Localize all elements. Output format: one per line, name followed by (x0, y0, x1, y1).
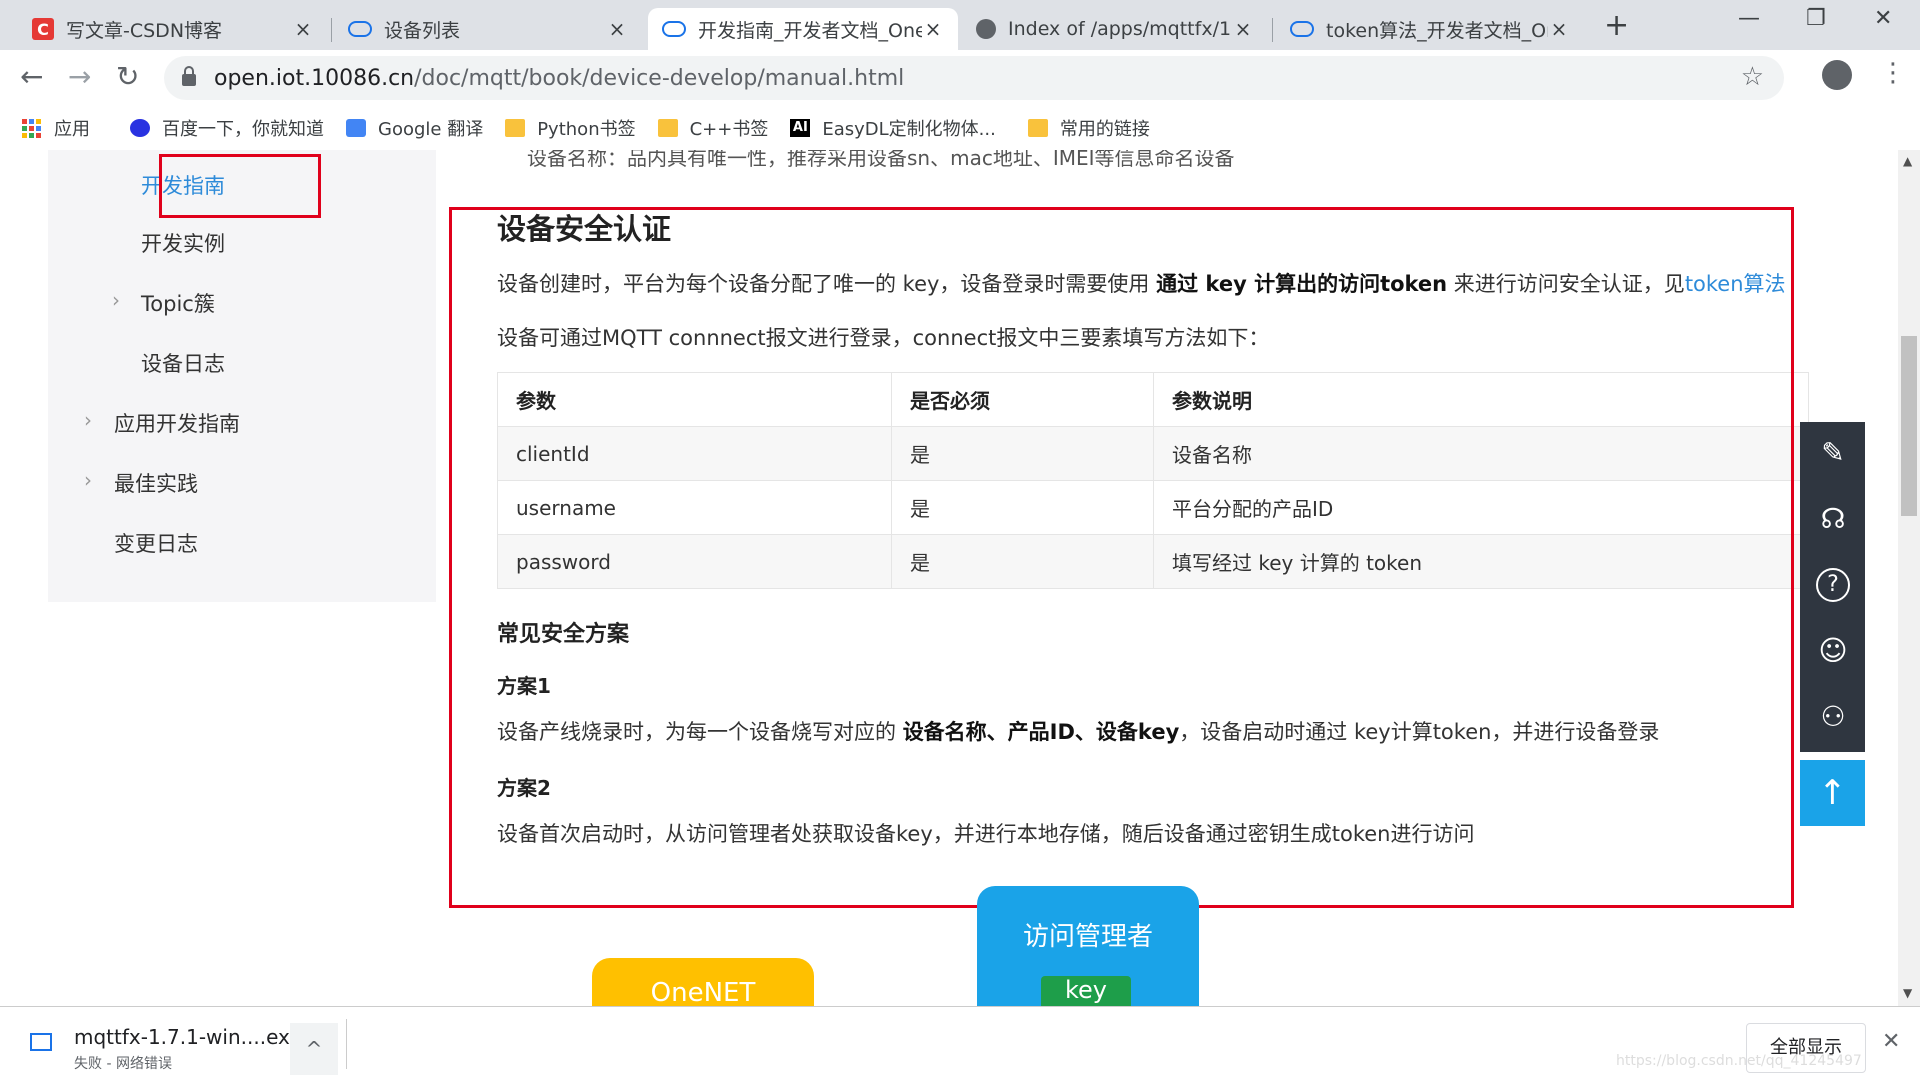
cloud-icon (348, 21, 372, 37)
vertical-scrollbar[interactable]: ▲ ▼ (1898, 150, 1920, 1006)
sidebar-item-changelog[interactable]: 变更日志 (114, 528, 198, 558)
floating-toolbar: ✎ ☊ ? ☺ ⚇ (1800, 422, 1865, 752)
scroll-up-icon[interactable]: ▲ (1903, 154, 1912, 168)
bookmarks-bar: 应用 百度一下，你就知道 Google 翻译 Python书签 C++书签 AI… (0, 106, 1920, 150)
download-filename[interactable]: mqttfx-1.7.1-win....exe (74, 1025, 302, 1049)
divider (346, 1019, 347, 1069)
new-tab-button[interactable]: + (1604, 8, 1629, 43)
csdn-icon: C (32, 18, 54, 40)
headset-icon[interactable]: ☊ (1816, 502, 1850, 536)
tab-title: Index of /apps/mqttfx/1.7.1/ (1008, 18, 1232, 40)
close-icon[interactable]: × (1232, 17, 1254, 41)
cloud-icon (1290, 21, 1314, 37)
folder-icon (657, 119, 678, 137)
chevron-up-icon[interactable]: ^ (290, 1023, 338, 1075)
edit-icon[interactable]: ✎ (1816, 436, 1850, 470)
profile-icon[interactable] (1822, 60, 1852, 90)
help-icon[interactable]: ? (1816, 568, 1850, 602)
baidu-icon (130, 119, 150, 137)
tab-title: 写文章-CSDN博客 (66, 19, 223, 42)
chevron-right-icon[interactable]: › (84, 468, 92, 492)
watermark-text: https://blog.csdn.net/qq_41245497 (1616, 1053, 1862, 1069)
bookmark-label: 常用的链接 (1059, 119, 1150, 140)
sidebar-item-topic[interactable]: Topic簇 (141, 288, 215, 318)
close-download-bar-button[interactable]: ✕ (1882, 1029, 1900, 1054)
diagram-access-manager: 访问管理者 key (977, 886, 1199, 1006)
back-button[interactable]: ← (20, 60, 43, 93)
folder-icon (1027, 119, 1048, 137)
diagram-key: key (1041, 976, 1131, 1006)
chevron-right-icon[interactable]: › (112, 288, 120, 312)
bookmark-apps[interactable]: 应用 (22, 115, 90, 141)
lock-icon (182, 66, 196, 86)
tab-separator (1272, 18, 1273, 42)
bookmark-common-links[interactable]: 常用的链接 (1027, 115, 1150, 141)
page-content: 开发指南 开发实例 › Topic簇 设备日志 › 应用开发指南 › 最佳实践 … (0, 150, 1898, 1006)
add-user-icon[interactable]: ⚇ (1816, 700, 1850, 734)
window-close-button[interactable]: ✕ (1874, 6, 1892, 31)
globe-icon (976, 19, 996, 39)
scroll-down-icon[interactable]: ▼ (1903, 986, 1912, 1000)
truncated-text: 设备名称：品内具有唯一性，推荐采用设备sn、mac地址、IMEI等信息命名设备 (527, 150, 1235, 170)
restore-button[interactable]: ❐ (1806, 6, 1826, 31)
download-status: 失败 - 网络错误 (74, 1056, 172, 1072)
bookmark-label: Google 翻译 (378, 119, 484, 140)
bookmark-easydl[interactable]: AI EasyDL定制化物体... (790, 115, 996, 141)
tab-strip: C 写文章-CSDN博客 × 设备列表 × 开发指南_开发者文档_OneNET … (0, 0, 1920, 50)
ai-icon: AI (790, 119, 811, 137)
sidebar-item-best-practices[interactable]: 最佳实践 (114, 468, 198, 498)
users-icon[interactable]: ☺ (1816, 634, 1850, 668)
doc-sidebar: 开发指南 开发实例 › Topic簇 设备日志 › 应用开发指南 › 最佳实践 … (48, 150, 436, 602)
bookmark-cpp[interactable]: C++书签 (657, 115, 769, 141)
sidebar-item-dev-examples[interactable]: 开发实例 (141, 228, 225, 258)
menu-icon[interactable]: ⋮ (1880, 58, 1906, 88)
close-icon[interactable]: × (606, 17, 628, 41)
address-bar[interactable]: open.iot.10086.cn/doc/mqtt/book/device-d… (164, 56, 1784, 100)
bookmark-label: 应用 (54, 119, 90, 140)
bookmark-google-translate[interactable]: Google 翻译 (346, 115, 483, 141)
tab-title: 设备列表 (384, 19, 461, 42)
tab-dev-guide[interactable]: 开发指南_开发者文档_OneNET × (648, 8, 958, 50)
url-text[interactable]: open.iot.10086.cn/doc/mqtt/book/device-d… (214, 66, 904, 91)
tab-title: token算法_开发者文档_OneNET (1326, 19, 1548, 42)
forward-button[interactable]: → (68, 60, 91, 93)
bookmark-label: EasyDL定制化物体... (822, 119, 996, 140)
file-icon (30, 1033, 52, 1051)
folder-icon (505, 119, 526, 137)
sidebar-item-device-log[interactable]: 设备日志 (141, 348, 225, 378)
tab-separator (331, 18, 332, 42)
bookmark-star-icon[interactable]: ☆ (1741, 62, 1764, 92)
scrollbar-thumb[interactable] (1901, 336, 1917, 516)
sidebar-item-app-dev-guide[interactable]: 应用开发指南 (114, 408, 240, 438)
bookmark-label: 百度一下，你就知道 (162, 119, 324, 140)
highlight-frame (159, 154, 321, 218)
bookmark-baidu[interactable]: 百度一下，你就知道 (130, 115, 324, 141)
cloud-icon (662, 21, 686, 37)
bookmark-label: Python书签 (537, 119, 636, 140)
highlight-frame (449, 207, 1794, 908)
google-translate-icon (346, 119, 366, 137)
download-bar: mqttfx-1.7.1-win....exe 失败 - 网络错误 ^ 全部显示… (0, 1006, 1920, 1080)
chevron-right-icon[interactable]: › (84, 408, 92, 432)
diagram-manager-label: 访问管理者 (1022, 922, 1153, 952)
apps-icon (22, 119, 42, 138)
close-icon[interactable]: × (1548, 17, 1570, 41)
tab-token-algo[interactable]: token算法_开发者文档_OneNET × (1276, 8, 1584, 50)
close-icon[interactable]: × (922, 17, 944, 41)
bookmark-python[interactable]: Python书签 (505, 115, 636, 141)
tab-title: 开发指南_开发者文档_OneNET (698, 19, 922, 42)
tab-index-mqttfx[interactable]: Index of /apps/mqttfx/1.7.1/ × (962, 8, 1268, 50)
bookmark-label: C++书签 (689, 119, 769, 140)
tab-device-list[interactable]: 设备列表 × (334, 8, 642, 50)
back-to-top-button[interactable]: ↑ (1800, 760, 1865, 826)
minimize-button[interactable]: — (1738, 6, 1760, 31)
tab-csdn[interactable]: C 写文章-CSDN博客 × (18, 8, 328, 50)
close-icon[interactable]: × (292, 17, 314, 41)
reload-button[interactable]: ↻ (116, 60, 139, 93)
browser-toolbar: ← → ↻ open.iot.10086.cn/doc/mqtt/book/de… (0, 50, 1920, 106)
diagram-onenet: OneNET (592, 958, 814, 1006)
